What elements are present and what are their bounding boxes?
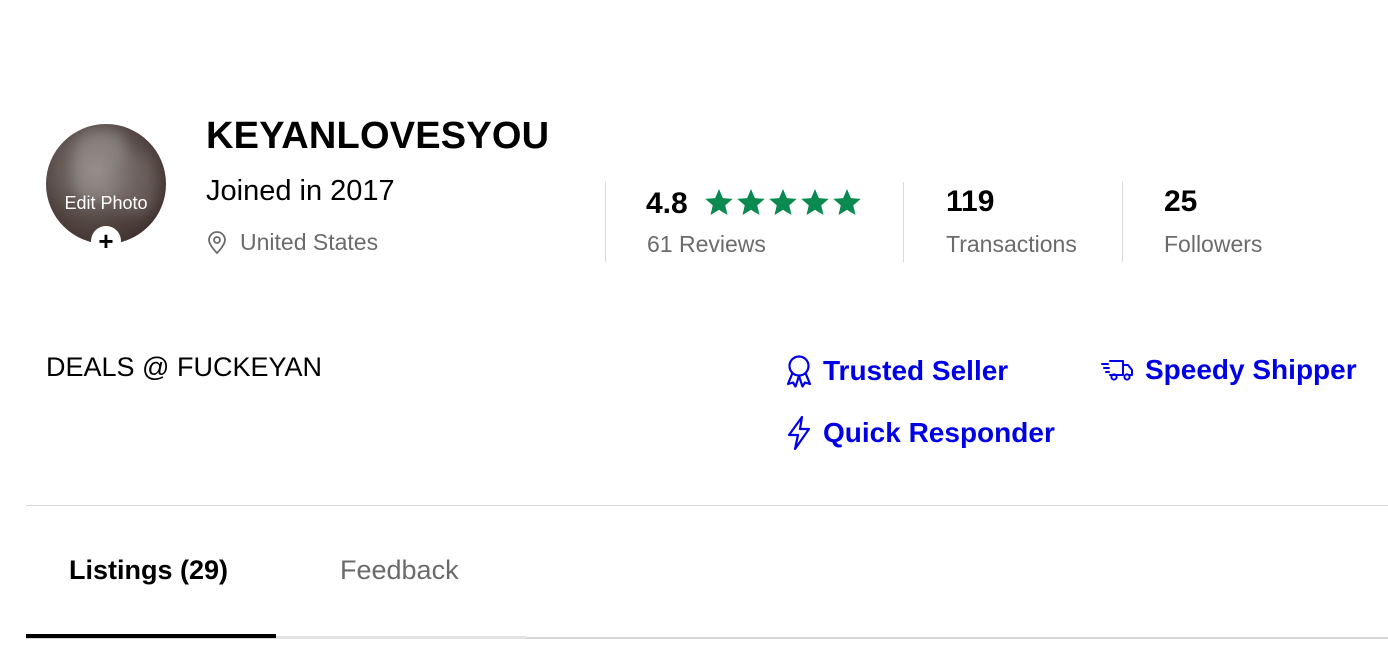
bio: DEALS @ FUCKEYAN (46, 352, 322, 382)
stats-divider (903, 182, 904, 262)
followers-label[interactable]: Followers (1164, 231, 1262, 258)
add-photo-button[interactable]: + (91, 226, 121, 256)
star-icon (833, 189, 861, 215)
star-icon (801, 189, 829, 215)
tab-feedback-underline (276, 636, 526, 639)
stats-divider (605, 182, 606, 262)
username: KEYANLOVESYOU (206, 115, 550, 157)
tab-feedback[interactable]: Feedback (340, 555, 459, 586)
lightning-bolt-icon (787, 415, 811, 451)
reviews-link[interactable]: 61 Reviews (647, 231, 766, 258)
star-icon (769, 189, 797, 215)
stats-divider (1122, 182, 1123, 262)
star-icon (737, 189, 765, 215)
badge-trusted-seller[interactable]: Trusted Seller (785, 354, 1008, 388)
location-pin-icon (208, 230, 226, 254)
rating-value: 4.8 (646, 187, 688, 220)
delivery-truck-icon (1101, 360, 1133, 381)
rating-stars[interactable] (703, 187, 863, 219)
section-divider (26, 505, 1388, 506)
plus-icon: + (98, 226, 114, 256)
joined-date: Joined in 2017 (206, 175, 395, 207)
badge-quick-responder[interactable]: Quick Responder (785, 415, 1055, 451)
badge-trusted-seller-label: Trusted Seller (823, 355, 1009, 386)
edit-photo-label[interactable]: Edit Photo (46, 193, 166, 214)
badge-quick-responder-label: Quick Responder (823, 417, 1055, 448)
location-text: United States (240, 229, 379, 255)
seller-profile: Edit Photo + KEYANLOVESYOU Joined in 201… (0, 0, 1388, 646)
badge-speedy-shipper-label: Speedy Shipper (1145, 354, 1357, 385)
location: United States (206, 229, 378, 256)
badge-speedy-shipper[interactable]: Speedy Shipper (1101, 354, 1357, 386)
tab-listings[interactable]: Listings (29) (69, 555, 228, 586)
followers-count[interactable]: 25 (1164, 185, 1197, 219)
star-icon (705, 189, 733, 215)
tab-listings-underline (26, 634, 276, 638)
transactions-count: 119 (946, 185, 995, 218)
ribbon-award-icon (786, 355, 812, 388)
transactions-label: Transactions (946, 231, 1077, 257)
